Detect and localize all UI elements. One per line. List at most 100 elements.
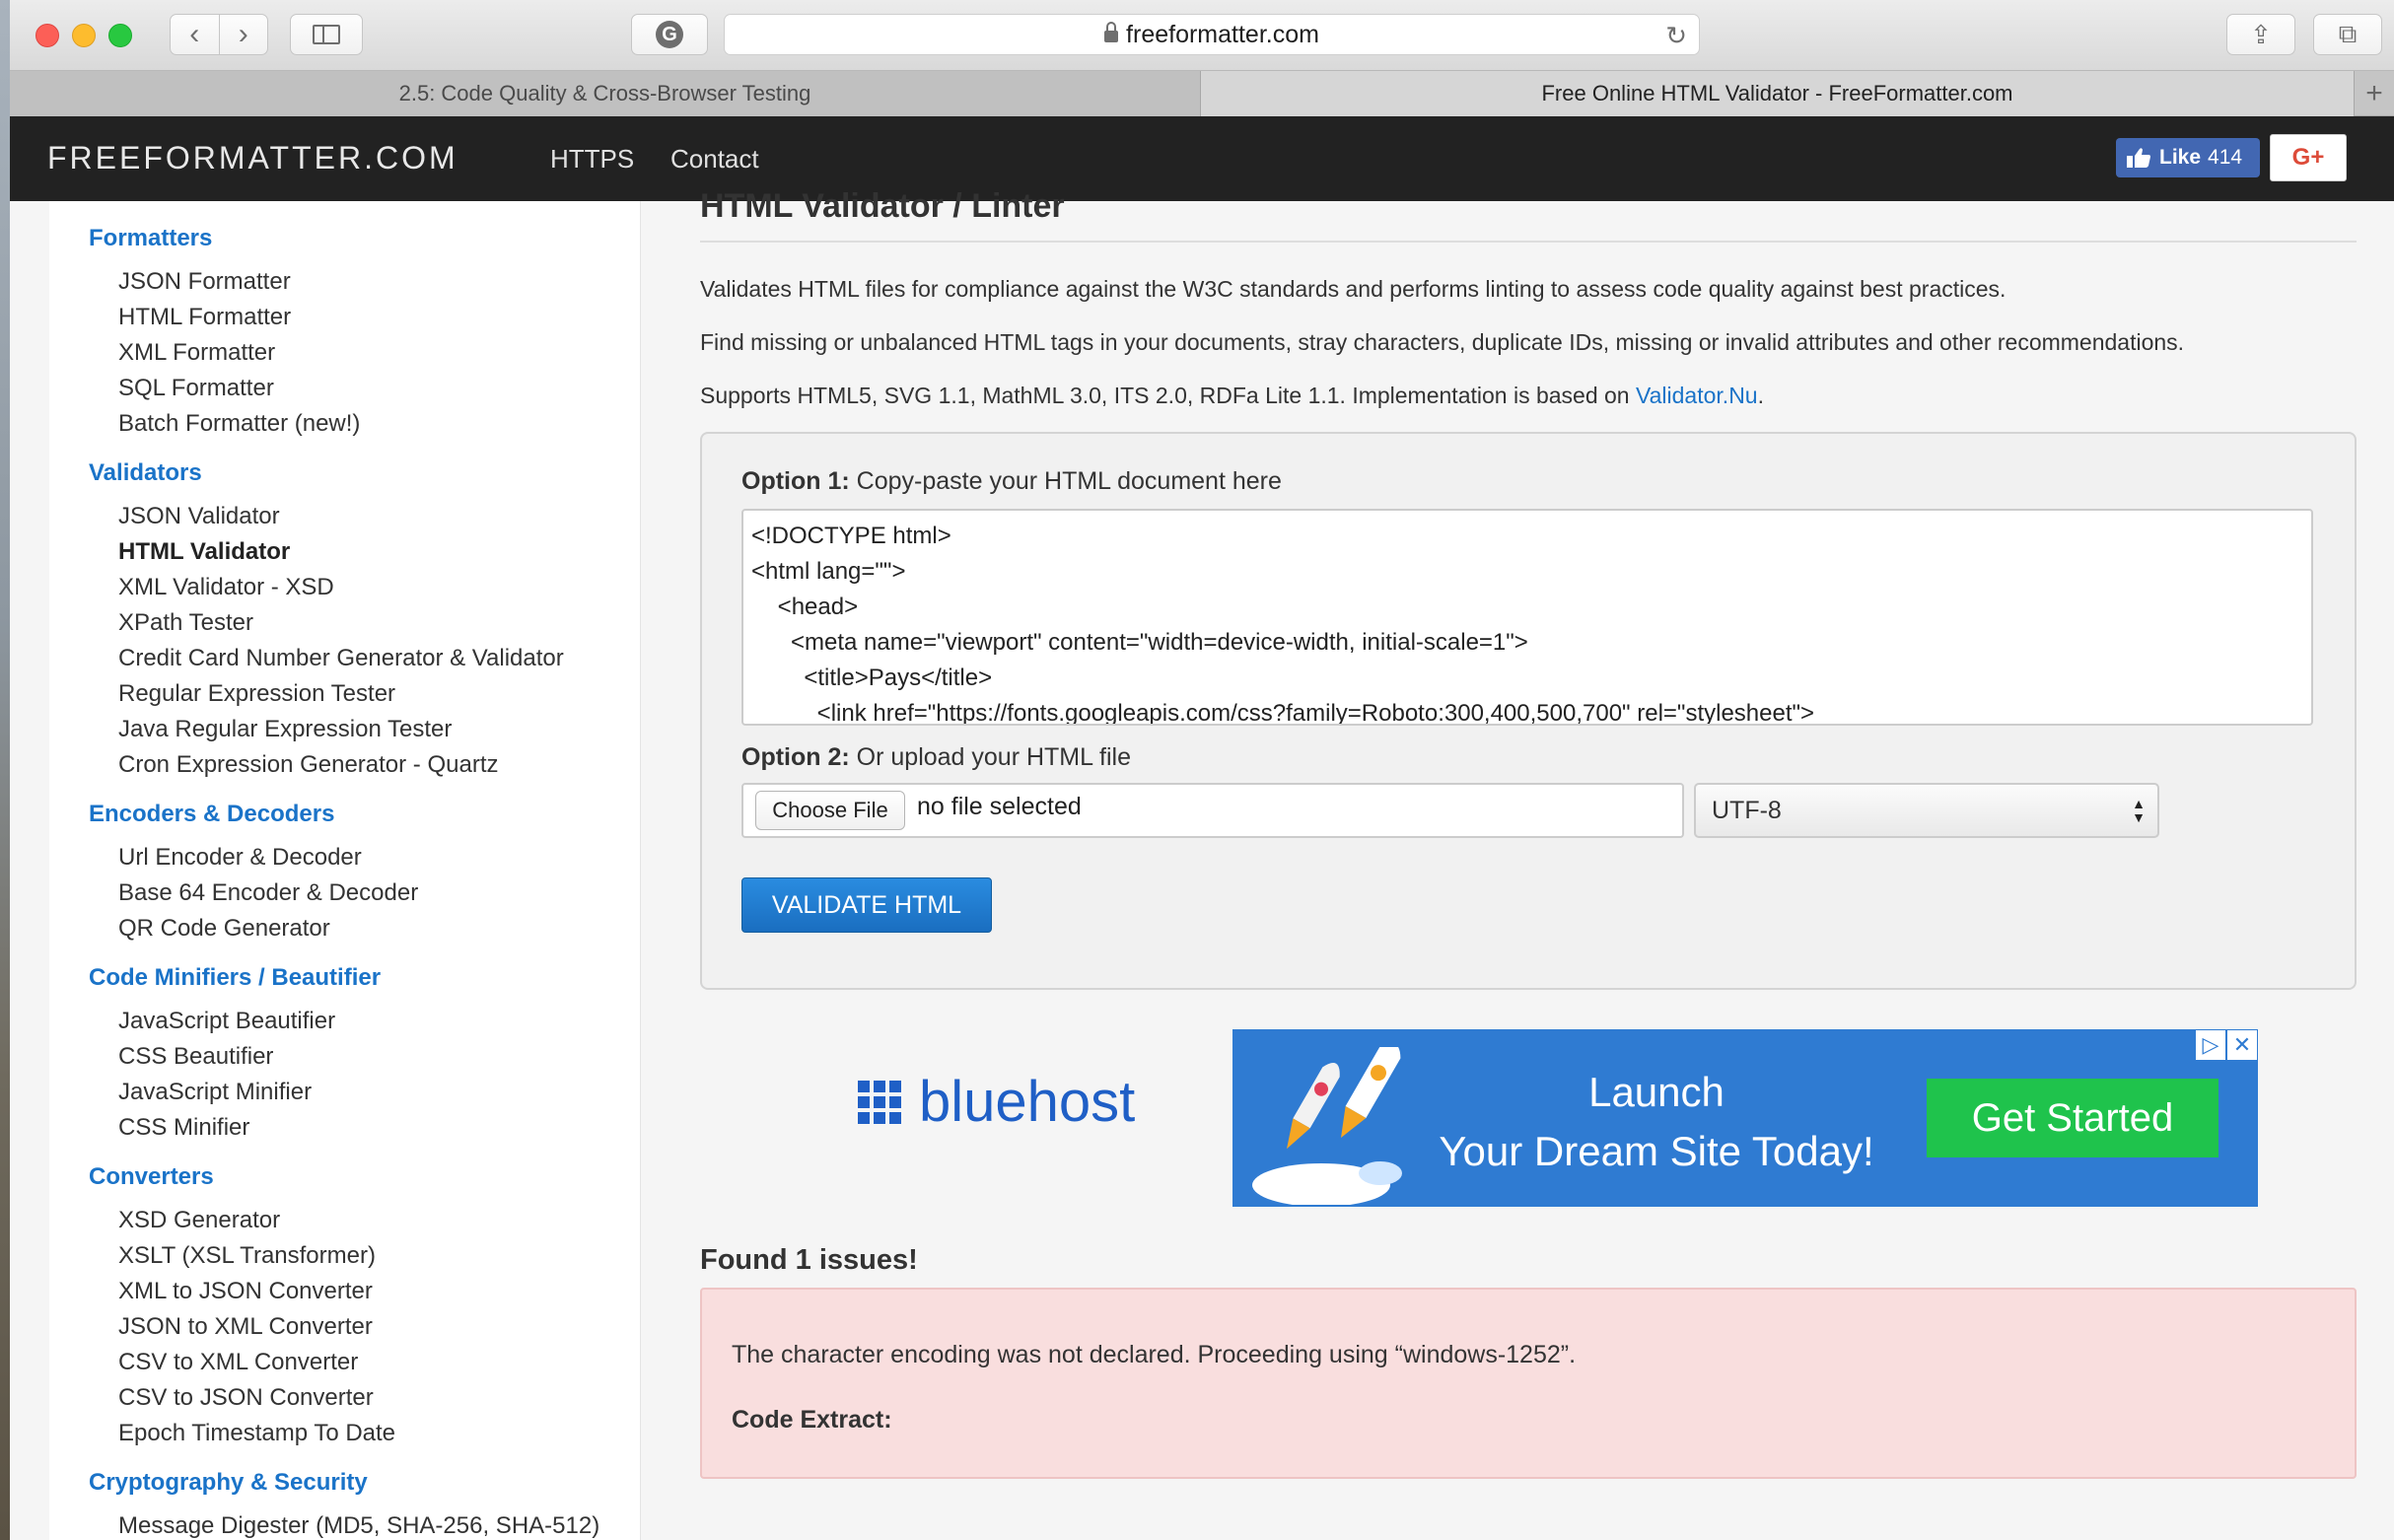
- google-plus-button[interactable]: G+: [2270, 134, 2347, 181]
- nav-item[interactable]: CSV to JSON Converter: [118, 1384, 374, 1412]
- title-bar: ‹ › G freeformatter.com ↻ ⇪ ⧉: [10, 0, 2394, 71]
- nav-contact[interactable]: Contact: [670, 144, 759, 175]
- validator-nu-link[interactable]: Validator.Nu: [1636, 383, 1758, 408]
- html-input-textarea[interactable]: <!DOCTYPE html> <html lang=""> <head> <m…: [741, 509, 2313, 726]
- left-navigation: Formatters JSON Formatter HTML Formatter…: [49, 201, 641, 1540]
- nav-item[interactable]: SQL Formatter: [118, 375, 274, 402]
- nav-item[interactable]: CSV to XML Converter: [118, 1349, 358, 1376]
- nav-item[interactable]: QR Code Generator: [118, 915, 330, 943]
- issue-alert: The character encoding was not declared.…: [700, 1288, 2357, 1479]
- forward-icon[interactable]: ›: [218, 15, 268, 54]
- get-started-button[interactable]: Get Started: [1927, 1079, 2218, 1157]
- nav-item[interactable]: Epoch Timestamp To Date: [118, 1420, 395, 1447]
- nav-item[interactable]: Message Digester (MD5, SHA-256, SHA-512): [118, 1512, 599, 1540]
- option2-label: Option 2: Or upload your HTML file: [741, 743, 1131, 772]
- like-label: Like: [2159, 146, 2202, 169]
- tab-code-quality[interactable]: 2.5: Code Quality & Cross-Browser Testin…: [10, 71, 1201, 116]
- code-extract-label: Code Extract:: [732, 1406, 892, 1434]
- share-button[interactable]: ⇪: [2226, 14, 2295, 55]
- ad-headline-line2: Your Dream Site Today!: [1439, 1128, 1874, 1174]
- close-icon[interactable]: ✕: [2226, 1029, 2258, 1061]
- adchoices-icon[interactable]: ▷: [2195, 1029, 2226, 1061]
- nav-item[interactable]: Credit Card Number Generator & Validator: [118, 645, 564, 672]
- nav-item[interactable]: JavaScript Beautifier: [118, 1008, 335, 1035]
- grammarly-icon: G: [656, 21, 683, 48]
- category-converters[interactable]: Converters: [89, 1163, 214, 1191]
- nav-https[interactable]: HTTPS: [550, 144, 634, 175]
- rocket-icon: [1252, 1047, 1402, 1205]
- encoding-value: UTF-8: [1712, 796, 1782, 824]
- description-paragraph: Find missing or unbalanced HTML tags in …: [700, 329, 2185, 355]
- nav-item[interactable]: Batch Formatter (new!): [118, 410, 360, 438]
- ad-controls: ▷ ✕: [2195, 1029, 2258, 1061]
- category-cryptography[interactable]: Cryptography & Security: [89, 1469, 368, 1497]
- nav-item[interactable]: XSD Generator: [118, 1207, 280, 1234]
- nav-item[interactable]: JSON Validator: [118, 503, 280, 530]
- option1-bold: Option 1:: [741, 467, 850, 495]
- site-logo[interactable]: FREEFORMATTER.COM: [47, 140, 458, 176]
- advertisement[interactable]: bluehost Launch Your Dream Site Today! G…: [858, 1029, 2258, 1207]
- category-formatters[interactable]: Formatters: [89, 225, 212, 252]
- option1-text: Copy-paste your HTML document here: [849, 467, 1282, 495]
- nav-item[interactable]: Java Regular Expression Tester: [118, 716, 452, 743]
- file-status: no file selected: [917, 793, 1082, 820]
- nav-item[interactable]: XML Validator - XSD: [118, 574, 334, 601]
- validator-form: Option 1: Copy-paste your HTML document …: [700, 432, 2357, 990]
- url-text: freeformatter.com: [1126, 20, 1319, 48]
- lock-icon: [1104, 22, 1119, 42]
- file-upload-field: Choose File no file selected: [741, 783, 1684, 838]
- minimize-window-button[interactable]: [72, 24, 96, 47]
- nav-item[interactable]: Cron Expression Generator - Quartz: [118, 751, 499, 779]
- address-bar[interactable]: freeformatter.com ↻: [724, 14, 1700, 55]
- category-validators[interactable]: Validators: [89, 459, 202, 487]
- tab-html-validator[interactable]: Free Online HTML Validator - FreeFormatt…: [1201, 71, 2355, 116]
- reload-icon[interactable]: ↻: [1665, 21, 1687, 51]
- nav-item[interactable]: XSLT (XSL Transformer): [118, 1242, 376, 1270]
- sidebar-toggle-button[interactable]: [290, 14, 363, 55]
- zoom-window-button[interactable]: [108, 24, 132, 47]
- nav-item[interactable]: CSS Minifier: [118, 1114, 249, 1142]
- nav-item[interactable]: XML to JSON Converter: [118, 1278, 373, 1305]
- validate-html-button[interactable]: VALIDATE HTML: [741, 877, 992, 933]
- browser-window: ‹ › G freeformatter.com ↻ ⇪ ⧉ 2.5: Code …: [10, 0, 2394, 1540]
- page-title: HTML Validator / Linter: [700, 187, 1065, 225]
- nav-item-active[interactable]: HTML Validator: [118, 538, 290, 566]
- ad-banner[interactable]: Launch Your Dream Site Today! Get Starte…: [1232, 1029, 2258, 1207]
- choose-file-button[interactable]: Choose File: [755, 791, 905, 830]
- ad-headline: Launch Your Dream Site Today!: [1420, 1063, 1893, 1181]
- page-content: Formatters JSON Formatter HTML Formatter…: [10, 187, 2394, 1540]
- grammarly-extension-button[interactable]: G: [631, 14, 708, 55]
- results-heading: Found 1 issues!: [700, 1244, 918, 1276]
- nav-item[interactable]: JSON Formatter: [118, 268, 291, 296]
- nav-item[interactable]: XPath Tester: [118, 609, 253, 637]
- nav-item[interactable]: JSON to XML Converter: [118, 1313, 373, 1341]
- show-tabs-button[interactable]: ⧉: [2313, 14, 2382, 55]
- nav-item[interactable]: Regular Expression Tester: [118, 680, 395, 708]
- option1-label: Option 1: Copy-paste your HTML document …: [741, 467, 1282, 496]
- nav-item[interactable]: CSS Beautifier: [118, 1043, 273, 1071]
- option2-bold: Option 2:: [741, 743, 850, 771]
- nav-item[interactable]: Url Encoder & Decoder: [118, 844, 362, 872]
- history-nav: ‹ ›: [170, 14, 268, 55]
- new-tab-button[interactable]: +: [2355, 71, 2394, 116]
- nav-item[interactable]: XML Formatter: [118, 339, 275, 367]
- like-count: 414: [2208, 146, 2243, 169]
- option2-text: Or upload your HTML file: [849, 743, 1132, 771]
- nav-item[interactable]: JavaScript Minifier: [118, 1079, 312, 1106]
- bluehost-logo[interactable]: bluehost: [858, 1069, 1135, 1135]
- support-text: Supports HTML5, SVG 1.1, MathML 3.0, ITS…: [700, 383, 1636, 408]
- close-window-button[interactable]: [35, 24, 59, 47]
- bluehost-wordmark: bluehost: [919, 1070, 1136, 1134]
- site-header: FREEFORMATTER.COM HTTPS Contact Like 414…: [10, 116, 2394, 201]
- tabs-icon: ⧉: [2338, 19, 2358, 48]
- nav-item[interactable]: HTML Formatter: [118, 304, 291, 331]
- facebook-like-button[interactable]: Like 414: [2116, 138, 2260, 177]
- ad-headline-line1: Launch: [1588, 1069, 1725, 1115]
- description-paragraph: Validates HTML files for compliance agai…: [700, 276, 2007, 302]
- encoding-select[interactable]: UTF-8 ▲ ▼: [1694, 783, 2159, 838]
- sidebar-icon: [313, 25, 340, 44]
- back-icon[interactable]: ‹: [171, 15, 219, 54]
- category-encoders[interactable]: Encoders & Decoders: [89, 801, 334, 828]
- category-minifiers[interactable]: Code Minifiers / Beautifier: [89, 964, 381, 992]
- nav-item[interactable]: Base 64 Encoder & Decoder: [118, 879, 418, 907]
